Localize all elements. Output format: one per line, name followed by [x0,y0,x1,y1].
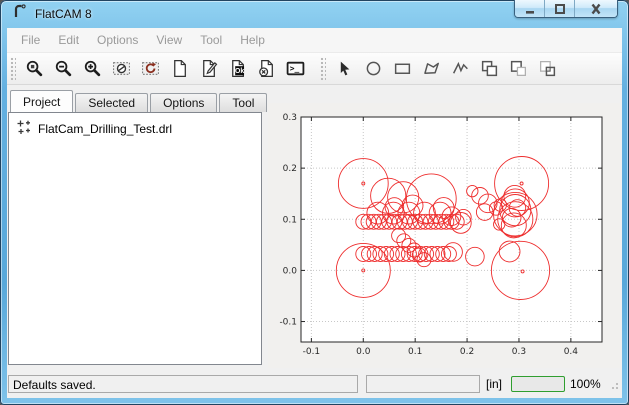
menu-item-options[interactable]: Options [88,29,147,51]
shell-button[interactable]: >_ [281,55,310,83]
tab-project[interactable]: Project [10,90,73,112]
intersect-button[interactable] [533,55,562,83]
status-bar: Defaults saved. [in] 100% [7,372,622,398]
svg-text:0.0: 0.0 [356,347,371,357]
svg-text:0.1: 0.1 [283,215,297,225]
draw-rectangle-button[interactable] [388,55,417,83]
ok-file-icon: Ok [228,59,247,78]
maximize-button[interactable] [545,0,575,17]
minimize-icon [522,2,538,16]
toolbar-drag-handle[interactable] [10,57,16,81]
clear-plot-icon [112,59,131,78]
draw-polygon-icon [422,59,441,78]
menu-item-view[interactable]: View [147,29,191,51]
svg-text:0.1: 0.1 [408,347,422,357]
zoom-in-icon [83,59,102,78]
tab-options[interactable]: Options [150,93,217,112]
svg-text:-0.1: -0.1 [303,347,321,357]
svg-text:0.3: 0.3 [283,113,297,123]
menu-item-help[interactable]: Help [231,29,274,51]
close-icon [588,2,604,16]
zoom-out-button[interactable] [49,55,78,83]
edit-file-button[interactable] [194,55,223,83]
cancel-file-icon [257,59,276,78]
menu-item-file[interactable]: File [12,29,49,51]
minimize-button[interactable] [515,0,545,17]
units-label: [in] [486,377,502,391]
clear-plot-button[interactable] [107,55,136,83]
menu-item-tool[interactable]: Tool [191,29,231,51]
ok-file-button[interactable]: Ok [223,55,252,83]
titlebar[interactable]: FlatCAM 8 [0,0,629,28]
tree-item-label: FlatCam_Drilling_Test.drl [38,122,172,136]
svg-text:0.2: 0.2 [460,347,474,357]
zoom-out-icon [54,59,73,78]
close-button[interactable] [575,0,617,17]
flatcam-window: FlatCAM 8 FileEditOptionsViewToolHelp Ok… [0,0,629,405]
zoom-in-button[interactable] [78,55,107,83]
toolbar-file-group: Ok >_ [20,55,310,83]
zoom-fit-icon [25,59,44,78]
union-button[interactable] [475,55,504,83]
draw-polygon-button[interactable] [417,55,446,83]
menu-item-edit[interactable]: Edit [49,29,88,51]
svg-text:0.0: 0.0 [283,266,298,276]
main-area: ProjectSelectedOptionsTool FlatCam_Drill… [7,85,622,372]
select-icon [335,59,354,78]
progress-percent-label: 100% [570,377,601,391]
toolbar-draw-group [330,55,562,83]
draw-rectangle-icon [393,59,412,78]
toolbar-drag-handle[interactable] [320,57,326,81]
subtract-icon [509,59,528,78]
replot-button[interactable] [136,55,165,83]
subtract-button[interactable] [504,55,533,83]
edit-file-icon [199,59,218,78]
progress-bar [511,376,565,392]
menu-bar: FileEditOptionsViewToolHelp [7,28,622,53]
svg-text:>_: >_ [290,64,300,73]
select-button[interactable] [330,55,359,83]
tree-item[interactable]: FlatCam_Drilling_Test.drl [9,113,261,138]
draw-circle-icon [364,59,383,78]
resize-grip[interactable] [609,377,619,395]
status-message: Defaults saved. [8,375,358,393]
svg-text:0.2: 0.2 [283,164,297,174]
new-file-icon [170,59,189,78]
toolbar: Ok >_ [7,53,622,85]
replot-icon [141,59,160,78]
draw-circle-button[interactable] [359,55,388,83]
new-file-button[interactable] [165,55,194,83]
drill-marks-icon [16,119,32,138]
tab-tool[interactable]: Tool [219,93,267,112]
union-icon [480,59,499,78]
project-tree[interactable]: FlatCam_Drilling_Test.drl [8,112,262,365]
svg-text:-0.1: -0.1 [279,318,297,328]
status-secondary-box [366,375,480,393]
maximize-icon [552,2,568,16]
svg-text:Ok: Ok [235,68,244,75]
shell-icon: >_ [286,59,305,78]
draw-path-button[interactable] [446,55,475,83]
window-content: FileEditOptionsViewToolHelp Ok>_ Project… [7,28,622,398]
plot-canvas[interactable]: -0.1 0.0 0.1 0.2 0.3 0.4 -0.1 0.0 0.1 0.2 0.3 [268,103,620,368]
draw-path-icon [451,59,470,78]
svg-text:0.3: 0.3 [512,347,526,357]
svg-text:0.4: 0.4 [564,347,579,357]
cancel-file-button[interactable] [252,55,281,83]
window-title: FlatCAM 8 [35,7,92,21]
app-icon [11,3,28,25]
zoom-fit-button[interactable] [20,55,49,83]
tab-selected[interactable]: Selected [75,93,148,112]
tab-bar: ProjectSelectedOptionsTool [10,91,269,112]
intersect-icon [538,59,557,78]
